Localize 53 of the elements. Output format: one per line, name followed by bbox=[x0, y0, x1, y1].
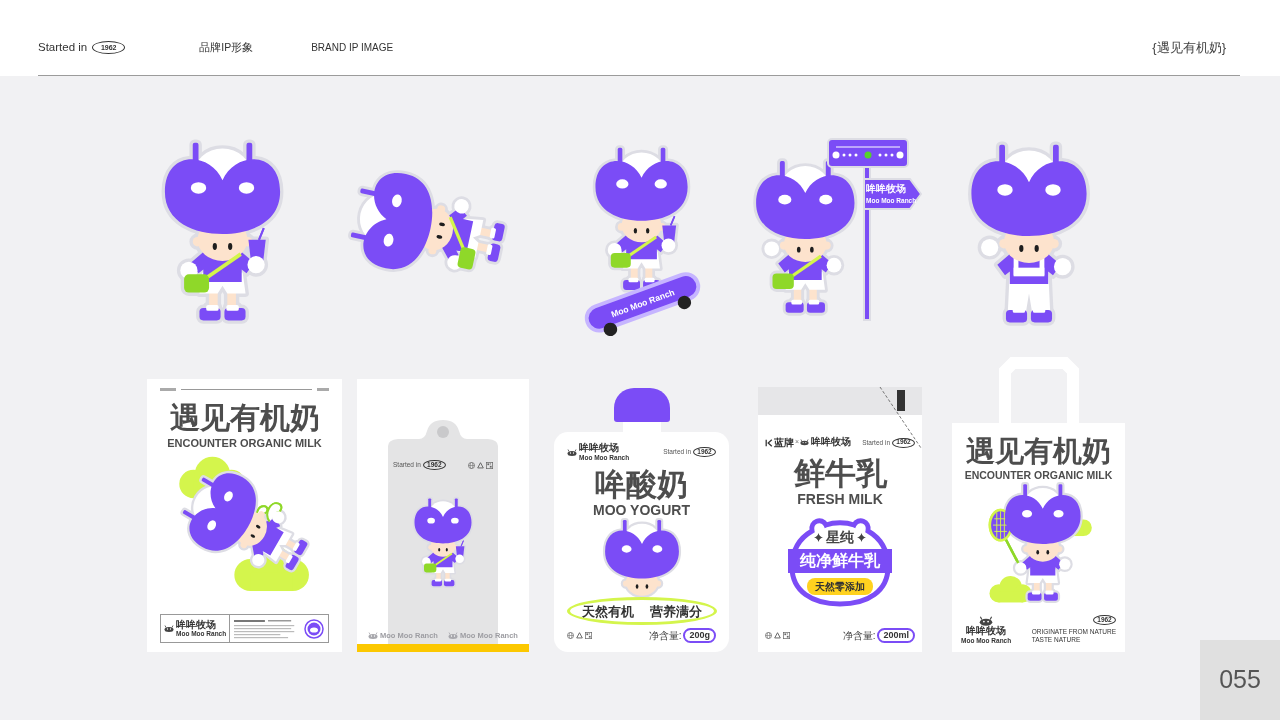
cow-logo-icon bbox=[567, 448, 577, 456]
cow-logo-icon bbox=[448, 631, 459, 639]
globe-icon bbox=[765, 631, 772, 639]
fine-print-drawing bbox=[317, 387, 329, 391]
page-number: 055 bbox=[1200, 640, 1280, 720]
product-subtitle: MOO YOGURT bbox=[593, 503, 690, 517]
recycle-icon bbox=[477, 461, 484, 469]
brand-text: Started in bbox=[38, 39, 88, 55]
globe-icon bbox=[567, 631, 574, 639]
poster-subtitle: ENCOUNTER ORGANIC MILK bbox=[167, 438, 322, 449]
fine-print-drawing bbox=[160, 387, 176, 391]
product-subtitle: FRESH MILK bbox=[797, 492, 883, 506]
pouch-cap bbox=[613, 388, 670, 422]
sparkle-icon bbox=[857, 532, 866, 542]
product-title: 哞酸奶 bbox=[595, 469, 688, 500]
seal-title: 星纯 bbox=[826, 530, 854, 544]
feature-tag: 天然零添加 bbox=[807, 578, 873, 595]
recycle-icon bbox=[774, 631, 781, 639]
cow-logo-icon bbox=[979, 616, 994, 626]
tote-subtitle: ENCOUNTER ORGANIC MILK bbox=[964, 470, 1113, 481]
logo-name: 哞哞牧场 bbox=[966, 626, 1007, 637]
slogan-text: 营养满分 bbox=[649, 604, 702, 618]
qr-code-icon bbox=[486, 461, 493, 469]
logo-name: 哞哞牧场 bbox=[579, 443, 620, 454]
qr-code-icon bbox=[585, 631, 592, 639]
net-weight-value: 200g bbox=[683, 627, 716, 643]
section-label: BRAND IP IMAGE bbox=[311, 41, 394, 55]
tab-drawing bbox=[897, 390, 905, 411]
brand-mark-icon bbox=[765, 438, 773, 447]
poster-title: 遇见有机奶 bbox=[169, 403, 320, 433]
sparkle-icon bbox=[814, 532, 823, 542]
page-title: {遇见有机奶} bbox=[1152, 38, 1226, 57]
stamp-icon bbox=[304, 618, 324, 639]
net-weight-label: 净含量: bbox=[842, 628, 876, 643]
sign-title: 哞哞牧场 bbox=[866, 183, 906, 194]
cow-logo-icon bbox=[164, 625, 174, 632]
tote-title: 遇见有机奶 bbox=[966, 437, 1111, 466]
fine-print-drawing bbox=[234, 618, 296, 639]
cow-logo-icon bbox=[368, 631, 379, 639]
logo-name: 哞哞牧场 bbox=[176, 619, 217, 630]
globe-icon bbox=[468, 461, 475, 469]
cow-logo-icon bbox=[800, 439, 810, 446]
partner-brand: 蓝牌 bbox=[774, 436, 794, 450]
skateboard-label: Moo Moo Ranch bbox=[609, 287, 676, 320]
slogan-text: 天然有机 bbox=[581, 604, 634, 618]
net-weight-value: 200ml bbox=[877, 627, 915, 643]
product-name-band: 纯净鲜牛乳 bbox=[788, 549, 892, 573]
recycle-icon bbox=[576, 631, 583, 639]
logo-name: 哞哞牧场 bbox=[811, 437, 852, 448]
section-label: 品牌IP形象 bbox=[199, 39, 254, 55]
net-weight-label: 净含量: bbox=[648, 628, 682, 643]
product-title: 鲜牛乳 bbox=[793, 458, 887, 489]
qr-code-icon bbox=[783, 631, 790, 639]
